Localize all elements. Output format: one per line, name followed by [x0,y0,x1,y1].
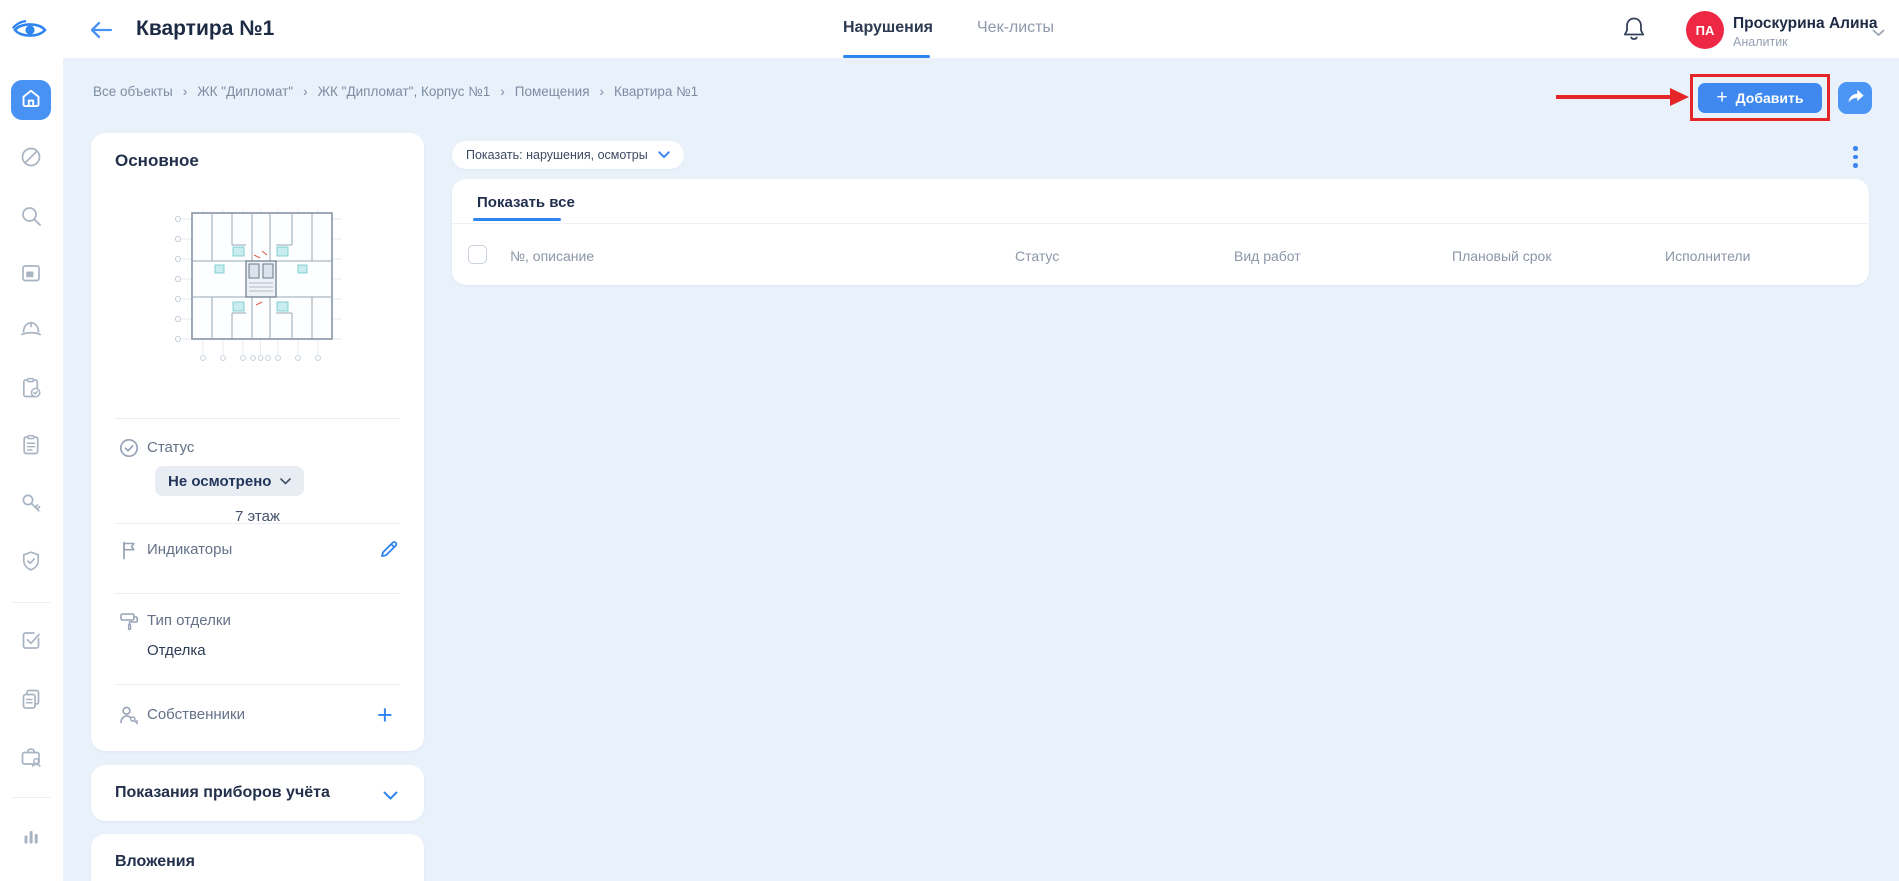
status-dropdown[interactable]: Не осмотрено [155,466,304,496]
card-icon [19,261,43,285]
attachments-title: Вложения [115,853,195,871]
chevron-down-icon [658,151,670,159]
share-icon [1845,88,1865,109]
flag-icon [118,539,140,566]
app-screen: Квартира №1 Нарушения Чек-листы ПА Проск… [0,0,1899,881]
violations-table-card: Показать все №, описание Статус Вид рабо… [452,179,1869,285]
column-header-description: №, описание [510,248,594,264]
meters-card[interactable]: Показания приборов учёта [91,765,424,821]
sidebar-item-warranty[interactable] [19,549,43,573]
status-value: Не осмотрено [168,473,271,490]
edit-pencil-icon[interactable] [377,536,400,564]
sidebar-divider [11,797,51,798]
breadcrumb-separator: › [600,84,605,99]
sidebar-item-inspections[interactable] [19,376,43,400]
sidebar-item-documents[interactable] [19,687,43,711]
paint-roller-icon [118,610,140,637]
finish-type-value: Отделка [147,642,206,659]
floor-plan-image[interactable] [170,205,351,370]
user-name: Проскурина Алина [1733,15,1878,33]
bar-chart-icon [19,824,43,848]
breadcrumb-separator: › [303,84,308,99]
breadcrumb: Все объекты › ЖК "Дипломат" › ЖК "Диплом… [93,84,698,99]
active-tab-underline [473,218,561,221]
annotation-arrow-head-icon [1670,88,1689,106]
user-avatar[interactable]: ПА [1686,11,1724,49]
clipboard-icon [19,433,43,457]
owners-label: Собственники [147,706,245,723]
sidebar-item-construction[interactable] [19,317,43,341]
checkbox-check-icon [19,628,43,652]
panel-divider [115,418,400,419]
info-panel-title: Основное [115,151,199,171]
block-icon [19,145,43,169]
breadcrumb-item[interactable]: ЖК "Дипломат", Корпус №1 [318,84,491,99]
indicators-label: Индикаторы [147,541,232,558]
meters-title: Показания приборов учёта [115,784,330,802]
filter-label: Показать: нарушения, осмотры [466,148,648,162]
plus-icon: + [1717,88,1728,107]
breadcrumb-separator: › [500,84,505,99]
chevron-down-icon[interactable] [383,788,398,806]
sidebar-item-home[interactable] [11,80,51,120]
column-header-status: Статус [1015,248,1059,264]
finish-type-label: Тип отделки [147,612,231,629]
add-button-label: Добавить [1736,90,1804,106]
sidebar-item-objects[interactable] [19,261,43,285]
nav-sidebar [0,58,63,881]
documents-icon [19,687,43,711]
status-circle-check-icon [118,437,140,464]
app-logo-eye-icon[interactable] [12,18,48,47]
column-header-assignees: Исполнители [1665,248,1750,264]
panel-divider [115,593,400,594]
sidebar-item-analytics[interactable] [19,824,43,848]
add-button[interactable]: + Добавить [1698,83,1822,113]
breadcrumb-item[interactable]: ЖК "Дипломат" [197,84,293,99]
breadcrumb-item-current: Квартира №1 [614,84,698,99]
shield-check-icon [19,549,43,573]
briefcase-user-icon [19,745,43,769]
back-arrow-icon[interactable] [88,18,114,47]
tab-show-all[interactable]: Показать все [477,194,575,211]
home-icon [19,86,43,115]
notification-bell-icon[interactable] [1622,16,1646,48]
column-header-work-type: Вид работ [1234,248,1301,264]
key-icon [19,491,43,515]
user-role: Аналитик [1733,35,1788,49]
info-panel-card: Основное [91,133,424,751]
breadcrumb-item[interactable]: Помещения [515,84,590,99]
helmet-icon [19,317,43,341]
attachments-card[interactable]: Вложения [91,834,424,881]
chevron-down-icon [280,478,291,485]
tab-violations[interactable]: Нарушения [843,19,933,37]
table-divider [452,223,1869,224]
sidebar-item-contractors[interactable] [19,745,43,769]
sidebar-item-keys[interactable] [19,491,43,515]
active-tab-underline [843,55,930,58]
search-icon [19,204,43,228]
sidebar-item-search[interactable] [19,204,43,228]
breadcrumb-item[interactable]: Все объекты [93,84,173,99]
panel-divider [115,684,400,685]
sidebar-item-violations[interactable] [19,145,43,169]
sidebar-item-checklists[interactable] [19,433,43,457]
more-options-menu[interactable] [1851,144,1860,170]
filter-dropdown[interactable]: Показать: нарушения, осмотры [452,141,684,169]
app-header: Квартира №1 Нарушения Чек-листы ПА Проск… [0,0,1899,58]
sidebar-divider [11,602,51,603]
column-header-due-date: Плановый срок [1452,248,1551,264]
share-button[interactable] [1838,82,1872,114]
tab-checklists[interactable]: Чек-листы [977,19,1054,37]
status-label: Статус [147,439,194,456]
clipboard-check-icon [19,376,43,400]
breadcrumb-separator: › [183,84,188,99]
page-title: Квартира №1 [136,17,274,41]
user-menu-chevron-icon[interactable] [1872,24,1885,42]
sidebar-item-tasks[interactable] [19,628,43,652]
owner-key-icon [118,704,140,731]
add-owner-plus-icon[interactable]: + [377,702,393,729]
select-all-checkbox[interactable] [468,245,487,264]
panel-divider [115,523,400,524]
annotation-arrow-line [1556,95,1672,99]
